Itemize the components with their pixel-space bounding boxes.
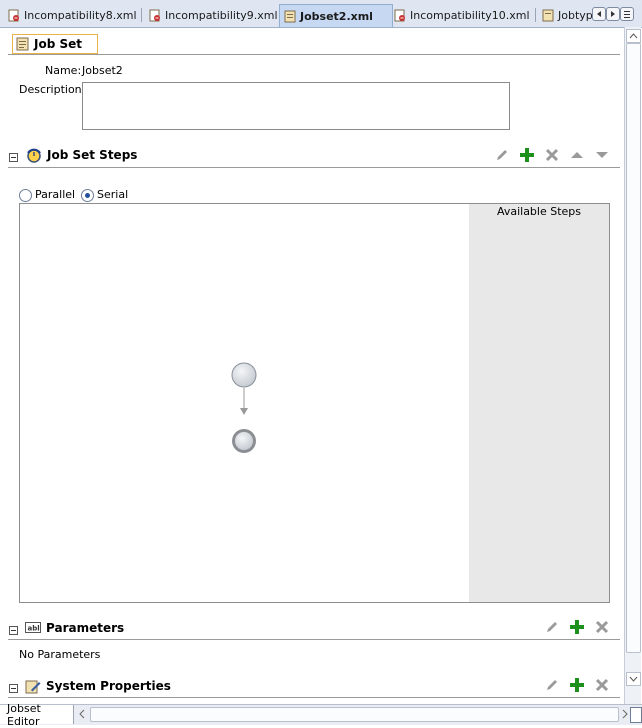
no-parameters-text: No Parameters (19, 648, 101, 661)
description-label: Description: (19, 83, 86, 96)
arrow-up-icon (629, 33, 638, 39)
tab-label: Incompatibility10.xml (410, 8, 530, 22)
scroll-thumb[interactable] (626, 43, 641, 653)
system-properties-collapse-button[interactable] (9, 684, 18, 693)
tab-label: Incompatibility8.xml (24, 8, 137, 22)
serial-label: Serial (97, 188, 129, 201)
arrow-left-icon (597, 11, 601, 17)
split-view-button[interactable] (630, 707, 642, 723)
steps-divider (8, 167, 620, 168)
arrow-left-icon (79, 709, 85, 719)
tab-separator (535, 8, 536, 22)
delete-icon[interactable] (544, 147, 560, 163)
name-value: Jobset2 (82, 64, 123, 77)
delete-icon[interactable] (594, 619, 610, 635)
description-field[interactable] (82, 82, 510, 130)
available-steps-panel: Available Steps (469, 204, 609, 602)
move-down-icon[interactable] (594, 147, 610, 163)
jobset-icon (16, 37, 29, 51)
parameters-collapse-button[interactable] (9, 626, 18, 635)
jobset-steps-icon (27, 148, 41, 163)
tab-jobset2[interactable]: Jobset2.xml (279, 4, 393, 27)
tab-incompatibility10[interactable]: Incompatibility10.xml (390, 5, 536, 25)
arrow-right-icon (622, 709, 628, 719)
header-divider (8, 54, 620, 55)
svg-text:abl: abl (28, 625, 40, 633)
arrow-down-icon (629, 676, 638, 682)
list-icon (624, 11, 630, 18)
add-icon[interactable] (569, 619, 585, 635)
parallel-label: Parallel (35, 188, 76, 201)
tab-list-button[interactable] (620, 7, 634, 21)
file-xml-icon (8, 9, 19, 21)
jobset-icon (284, 10, 296, 22)
flow-arrowhead (240, 408, 248, 415)
vertical-scrollbar[interactable] (624, 27, 641, 704)
start-node[interactable] (231, 362, 257, 388)
delete-icon[interactable] (594, 677, 610, 693)
steps-collapse-button[interactable] (9, 153, 18, 162)
parameters-divider (8, 639, 620, 640)
bottom-bar: Jobset Editor (0, 702, 642, 728)
name-label: Name: (45, 64, 82, 77)
tab-scroll-right-button[interactable] (606, 7, 620, 21)
steps-section-title: Job Set Steps (25, 146, 137, 164)
hscroll-right-button[interactable] (620, 708, 630, 720)
tab-incompatibility8[interactable]: Incompatibility8.xml (4, 5, 142, 25)
tab-label: Incompatibility9.xml (165, 8, 278, 22)
edit-icon[interactable] (494, 147, 510, 163)
hscroll-thumb[interactable] (90, 707, 619, 722)
page-title: Job Set (12, 34, 98, 54)
scroll-up-button[interactable] (626, 29, 641, 43)
parameters-icon: abl (25, 622, 41, 633)
serial-radio[interactable] (81, 189, 94, 202)
system-properties-section-label: System Properties (46, 679, 171, 693)
tab-separator (141, 8, 142, 22)
tab-label: Jobtyp (558, 8, 593, 22)
available-steps-label: Available Steps (496, 205, 582, 218)
edit-icon[interactable] (544, 619, 560, 635)
parameters-section-title: abl Parameters (25, 619, 124, 637)
arrow-right-icon (611, 11, 615, 17)
parameters-section-label: Parameters (46, 621, 125, 635)
system-properties-section-title: System Properties (25, 677, 171, 695)
hscroll-left-button[interactable] (77, 708, 87, 720)
system-properties-divider (8, 697, 620, 698)
tab-jobtype[interactable]: Jobtyp (535, 5, 593, 25)
move-up-icon[interactable] (569, 147, 585, 163)
tab-jobset-editor[interactable]: Jobset Editor (0, 702, 74, 728)
add-icon[interactable] (569, 677, 585, 693)
page-title-label: Job Set (34, 37, 82, 51)
scroll-down-button[interactable] (626, 672, 641, 686)
parallel-radio[interactable] (19, 189, 32, 202)
tab-incompatibility9[interactable]: Incompatibility9.xml (141, 5, 281, 25)
file-xml-icon (149, 9, 160, 21)
end-node-inner (235, 432, 253, 450)
edit-icon[interactable] (544, 677, 560, 693)
flow-diagram (231, 362, 257, 453)
add-icon[interactable] (519, 147, 535, 163)
file-xml-icon (394, 9, 405, 21)
steps-diagram-canvas[interactable]: Available Steps (19, 203, 610, 603)
steps-section-label: Job Set Steps (47, 148, 138, 162)
editor-tab-bar: Incompatibility8.xml Incompatibility9.xm… (0, 0, 642, 28)
properties-icon (25, 680, 41, 693)
tab-scroll-left-button[interactable] (592, 7, 606, 21)
tab-label: Jobset2.xml (300, 9, 373, 23)
jobset-icon (542, 9, 554, 21)
